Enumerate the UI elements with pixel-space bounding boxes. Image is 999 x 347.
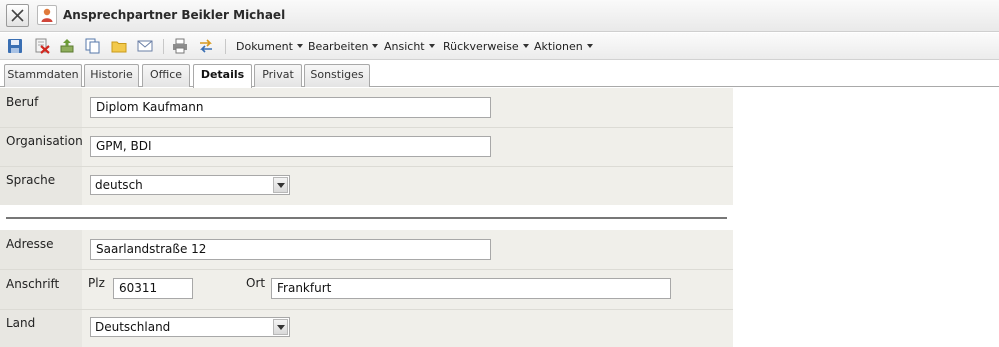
tab-bar: Stammdaten Historie Office Details Priva… [0,61,999,88]
row-divider [0,166,733,167]
plz-label: Plz [88,276,105,290]
adresse-label: Adresse [6,237,54,251]
chevron-down-icon[interactable] [273,319,288,335]
ort-field[interactable]: Frankfurt [271,278,671,299]
close-button[interactable] [6,4,29,27]
window-title: Ansprechpartner Beikler Michael [63,8,286,22]
organisation-field[interactable]: GPM, BDI [90,136,491,157]
tab-historie[interactable]: Historie [84,64,139,87]
chevron-down-icon [428,44,435,48]
land-value: Deutschland [95,320,171,334]
ort-label: Ort [246,276,266,290]
mail-icon[interactable] [137,38,153,54]
tab-privat[interactable]: Privat [254,64,302,87]
tab-sonstiges[interactable]: Sonstiges [304,64,370,87]
menu-aktionen[interactable]: Aktionen [534,40,593,53]
menu-bearbeiten[interactable]: Bearbeiten [308,40,379,53]
section-separator [0,205,733,230]
folder-icon[interactable] [111,38,127,54]
land-select[interactable]: Deutschland [90,317,290,337]
menu-rueckverweise[interactable]: Rückverweise [443,40,529,53]
details-form: Beruf Diplom Kaufmann Organisation GPM, … [0,88,733,347]
contact-person-icon [37,5,57,25]
tab-details[interactable]: Details [193,64,252,88]
anschrift-label: Anschrift [6,277,60,291]
adresse-field[interactable]: Saarlandstraße 12 [90,239,491,260]
land-label: Land [6,316,36,330]
chevron-down-icon[interactable] [273,177,288,193]
beruf-label: Beruf [6,95,39,109]
copy-icon[interactable] [85,38,101,54]
row-divider [0,309,733,310]
print-export-icon[interactable] [59,38,75,54]
plz-field[interactable]: 60311 [113,278,193,299]
title-bar: Ansprechpartner Beikler Michael [0,0,999,32]
save-icon[interactable] [7,38,23,54]
chevron-down-icon [522,44,529,48]
toolbar-separator [225,39,226,54]
organisation-label: Organisation [6,134,83,148]
printer-icon[interactable] [172,38,188,54]
tab-office[interactable]: Office [142,64,190,87]
beruf-field[interactable]: Diplom Kaufmann [90,97,491,118]
close-icon [11,9,24,22]
delete-icon[interactable] [34,38,50,54]
chevron-down-icon [586,44,593,48]
tab-stammdaten[interactable]: Stammdaten [4,64,82,87]
chevron-down-icon [296,44,303,48]
switch-icon[interactable] [198,38,214,54]
menu-ansicht[interactable]: Ansicht [384,40,435,53]
sprache-label: Sprache [6,173,56,187]
toolbar-separator [163,39,164,54]
row-divider [0,127,733,128]
sprache-select[interactable]: deutsch [90,175,290,195]
menu-dokument[interactable]: Dokument [236,40,303,53]
horizontal-rule [6,217,727,219]
sprache-value: deutsch [95,178,143,192]
row-divider [0,269,733,270]
chevron-down-icon [372,44,379,48]
toolbar: Dokument Bearbeiten Ansicht Rückverweise… [0,33,999,60]
